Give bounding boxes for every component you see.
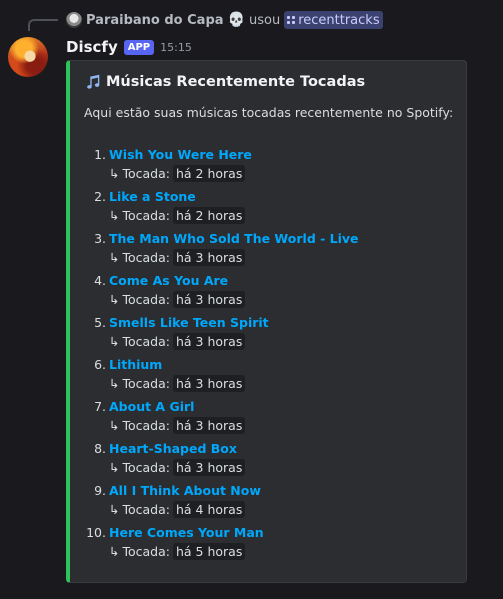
slash-command-name: recenttracks: [298, 12, 380, 28]
track-link[interactable]: Come As You Are: [109, 273, 228, 288]
track-number: 8.: [94, 440, 106, 456]
message-header: Discfy APP 15:15: [66, 37, 192, 57]
played-label: Tocada:: [122, 375, 170, 391]
track-link[interactable]: Like a Stone: [109, 189, 196, 204]
track-item: 9. All I Think About Now ↳ Tocada: há 4 hora…: [84, 481, 454, 523]
invoker-avatar[interactable]: [66, 12, 82, 28]
played-label: Tocada:: [122, 249, 170, 265]
track-link[interactable]: About A Girl: [109, 399, 194, 414]
played-time-code: há 3 horas: [172, 290, 246, 308]
app-badge: APP: [123, 39, 155, 55]
slash-command-pill[interactable]: recenttracks: [284, 11, 383, 29]
played-label: Tocada:: [122, 291, 170, 307]
bot-username[interactable]: Discfy: [66, 38, 118, 56]
track-link[interactable]: Here Comes Your Man: [109, 525, 264, 540]
track-link[interactable]: Heart-Shaped Box: [109, 441, 237, 456]
played-arrow-icon: ↳: [109, 375, 120, 391]
played-time-code: há 3 horas: [172, 248, 246, 266]
played-label: Tocada:: [122, 459, 170, 475]
played-label: Tocada:: [122, 417, 170, 433]
played-label: Tocada:: [122, 333, 170, 349]
played-label: Tocada:: [122, 501, 170, 517]
played-arrow-icon: ↳: [109, 249, 120, 265]
track-number: 9.: [94, 482, 106, 498]
track-item: 6. Lithium ↳ Tocada: há 3 horas: [84, 355, 454, 397]
played-arrow-icon: ↳: [109, 501, 120, 517]
played-arrow-icon: ↳: [109, 291, 120, 307]
played-time-code: há 5 horas: [172, 542, 246, 560]
track-number: 2.: [94, 188, 106, 204]
interaction-verb: usou: [248, 12, 281, 28]
track-number: 5.: [94, 314, 106, 330]
played-arrow-icon: ↳: [109, 417, 120, 433]
played-time-code: há 3 horas: [172, 374, 246, 392]
track-item: 8. Heart-Shaped Box ↳ Tocada: há 3 horas: [84, 439, 454, 481]
played-arrow-icon: ↳: [109, 543, 120, 559]
track-item: 7. About A Girl ↳ Tocada: há 3 horas: [84, 397, 454, 439]
track-link[interactable]: Lithium: [109, 357, 162, 372]
played-arrow-icon: ↳: [109, 165, 120, 181]
played-time-code: há 3 horas: [172, 458, 246, 476]
track-link[interactable]: Smells Like Teen Spirit: [109, 315, 269, 330]
track-number: 1.: [94, 146, 106, 162]
track-item: 3. The Man Who Sold The World - Live ↳ Toca…: [84, 229, 454, 271]
track-list: 1. Wish You Were Here ↳ Tocada: há 2 horas 2.…: [84, 145, 454, 565]
track-item: 2. Like a Stone ↳ Tocada: há 2 horas: [84, 187, 454, 229]
track-number: 6.: [94, 356, 106, 372]
track-link[interactable]: The Man Who Sold The World - Live: [109, 231, 359, 246]
played-label: Tocada:: [122, 165, 170, 181]
interaction-reference[interactable]: Paraibano do Capa 💀 usou recenttracks: [66, 10, 383, 30]
embed-description: Aqui estão suas músicas tocadas recentem…: [84, 105, 454, 120]
played-arrow-icon: ↳: [109, 459, 120, 475]
track-number: 4.: [94, 272, 106, 288]
invoker-username[interactable]: Paraibano do Capa: [86, 13, 224, 28]
embed-title-text: Músicas Recentemente Tocadas: [106, 74, 366, 90]
played-time-code: há 2 horas: [172, 206, 246, 224]
played-time-code: há 4 horas: [172, 500, 246, 518]
played-arrow-icon: ↳: [109, 207, 120, 223]
slash-command-icon: [287, 16, 296, 24]
track-number: 10.: [86, 524, 106, 540]
track-number: 3.: [94, 230, 106, 246]
played-time-code: há 3 horas: [172, 332, 246, 350]
embed-title: Músicas Recentemente Tocadas: [84, 73, 365, 91]
musical-notes-icon: [87, 74, 100, 89]
track-item: 5. Smells Like Teen Spirit ↳ Tocada: há 3 ho…: [84, 313, 454, 355]
track-link[interactable]: All I Think About Now: [109, 483, 261, 498]
played-arrow-icon: ↳: [109, 333, 120, 349]
played-label: Tocada:: [122, 207, 170, 223]
track-item: 10. Here Comes Your Man ↳ Tocada: há 5 horas: [84, 523, 454, 565]
played-label: Tocada:: [122, 543, 170, 559]
played-time-code: há 2 horas: [172, 164, 246, 182]
reply-spine: [28, 19, 58, 31]
track-link[interactable]: Wish You Were Here: [109, 147, 252, 162]
message-timestamp[interactable]: 15:15: [160, 41, 192, 54]
played-time-code: há 3 horas: [172, 416, 246, 434]
bot-avatar[interactable]: [8, 37, 48, 77]
track-number: 7.: [94, 398, 106, 414]
discord-message: Paraibano do Capa 💀 usou recenttracks Di…: [0, 0, 503, 599]
track-item: 4. Come As You Are ↳ Tocada: há 3 horas: [84, 271, 454, 313]
embed-card: Músicas Recentemente Tocadas Aqui estão …: [66, 60, 467, 583]
skull-emoji: 💀: [227, 12, 245, 28]
track-item: 1. Wish You Were Here ↳ Tocada: há 2 horas: [84, 145, 454, 187]
